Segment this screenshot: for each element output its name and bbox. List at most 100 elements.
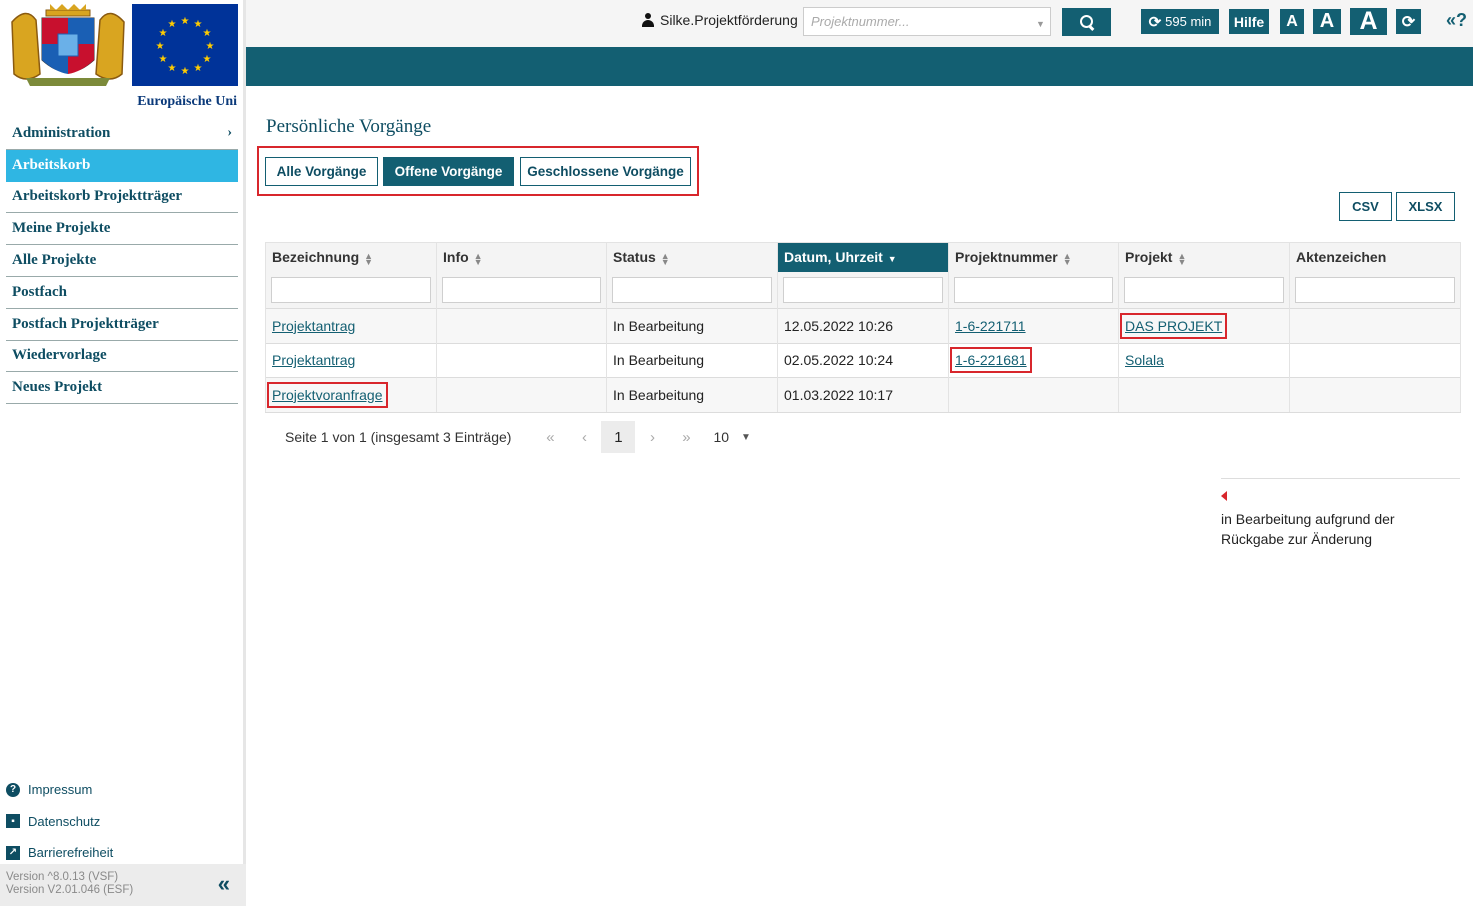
nav-item-label: Alle Projekte [12,252,97,269]
bezeichnung-link[interactable]: Projektantrag [272,352,355,368]
font-size-small-button[interactable]: A [1280,9,1304,34]
bezeichnung-link[interactable]: Projektvoranfrage [267,381,388,408]
filter-alle-vorgaenge-button[interactable]: Alle Vorgänge [265,157,378,186]
projekt-link[interactable]: DAS PROJEKT [1119,312,1228,339]
table-row: Projektvoranfrage In Bearbeitung 01.03.2… [265,377,1461,413]
filter-offene-vorgaenge-button[interactable]: Offene Vorgänge [383,157,514,186]
filter-geschlossene-vorgaenge-button[interactable]: Geschlossene Vorgänge [520,157,691,186]
nav-item-label: Wiedervorlage [12,347,107,364]
column-header-projekt[interactable]: Projekt ▲ ▼ [1118,242,1290,272]
nav-item-meine-projekte[interactable]: Meine Projekte [6,213,238,246]
nav-item-label: Arbeitskorb [12,156,91,173]
filter-cell [948,271,1119,309]
filter-projekt-input[interactable] [1124,276,1284,303]
filter-status-input[interactable] [612,276,772,303]
export-xlsx-button[interactable]: XLSX [1396,192,1455,221]
column-header-datum[interactable]: Datum, Uhrzeit ▼ [777,242,949,272]
refresh-icon: ⟳ [1148,13,1162,31]
datenschutz-link[interactable]: ▪ Datenschutz [6,806,238,838]
question-circle-icon: ? [6,782,20,797]
pager: Seite 1 von 1 (insgesamt 3 Einträge) « ‹… [285,421,751,453]
last-page-button[interactable]: » [669,421,703,453]
page-number-button[interactable]: 1 [601,421,636,453]
bavaria-coat-of-arms-logo [6,4,130,87]
projektnummer-search-input[interactable] [803,7,1051,36]
bezeichnung-link[interactable]: Projektantrag [272,318,355,334]
footer-links: ? Impressum ▪ Datenschutz ↗ Barrierefrei… [6,774,238,869]
column-header-projektnummer[interactable]: Projektnummer ▲ ▼ [948,242,1119,272]
eu-flag-logo: ★ ★ ★ ★ ★ ★ ★ ★ ★ ★ ★ ★ [132,4,238,86]
nav-item-arbeitskorb-projekttraeger[interactable]: Arbeitskorb Projektträger [6,182,238,214]
column-header-status[interactable]: Status ▲ ▼ [606,242,778,272]
cell-bezeichnung: Projektantrag [265,308,437,343]
nav-item-administration[interactable]: Administration › [6,118,238,150]
help-button[interactable]: Hilfe [1229,9,1269,34]
main-nav: Administration › Arbeitskorb Arbeitskorb… [6,118,238,405]
cell-info [436,342,607,378]
column-header-bezeichnung[interactable]: Bezeichnung ▲ ▼ [265,242,437,272]
column-label: Aktenzeichen [1296,249,1387,266]
svg-text:★: ★ [156,41,165,52]
id-card-icon: ▪ [6,814,20,829]
filter-projektnummer-input[interactable] [954,276,1113,303]
cell-projektnummer [948,377,1119,413]
page-size-select[interactable]: 10 ▼ [713,429,750,445]
timer-label: 595 min [1165,14,1212,29]
cell-datum: 02.05.2022 10:24 [777,342,949,378]
font-size-medium-button[interactable]: A [1313,9,1341,34]
search-button[interactable] [1062,8,1111,36]
cell-info [436,308,607,343]
cell-bezeichnung: Projektvoranfrage [265,377,437,413]
filter-info-input[interactable] [442,276,601,303]
version-box: Version ^8.0.13 (VSF) Version V2.01.046 … [0,864,246,906]
svg-text:★: ★ [181,16,190,27]
nav-item-label: Postfach [12,283,67,300]
toggle-help-panel-button[interactable]: «? [1446,10,1467,31]
column-header-aktenzeichen: Aktenzeichen [1289,242,1461,272]
filter-datum-input[interactable] [783,276,943,303]
svg-text:★: ★ [203,54,212,65]
column-header-info[interactable]: Info ▲ ▼ [436,242,607,272]
nav-item-label: Neues Projekt [12,379,103,396]
footer-link-label: Impressum [28,782,93,798]
cell-datum: 01.03.2022 10:17 [777,377,949,413]
filter-cell [1118,271,1290,309]
cell-aktenzeichen [1289,308,1461,343]
projektnummer-link[interactable]: 1-6-221711 [955,318,1026,334]
impressum-link[interactable]: ? Impressum [6,774,238,806]
projektnummer-link[interactable]: 1-6-221681 [950,347,1032,374]
next-page-button[interactable]: › [635,421,669,453]
caret-down-icon: ▼ [1036,19,1045,29]
first-page-button[interactable]: « [533,421,567,453]
version-esf: Version V2.01.046 (ESF) [6,884,134,896]
refresh-button[interactable]: ⟳ [1396,9,1421,34]
nav-item-wiedervorlage[interactable]: Wiedervorlage [6,341,238,373]
username: Silke.Projektförderung [660,12,798,28]
nav-item-postfach-projekttraeger[interactable]: Postfach Projektträger [6,309,238,341]
font-size-large-button[interactable]: A [1350,7,1387,35]
session-timer-button[interactable]: ⟳ 595 min [1141,9,1219,34]
nav-item-label: Meine Projekte [12,220,111,237]
cell-aktenzeichen [1289,377,1461,413]
nav-item-neues-projekt[interactable]: Neues Projekt [6,372,238,405]
legend-text: in Bearbeitung aufgrund der Rückgabe zur… [1221,511,1395,547]
cell-aktenzeichen [1289,342,1461,378]
prev-page-button[interactable]: ‹ [567,421,601,453]
export-csv-button[interactable]: CSV [1339,192,1392,221]
filter-bezeichnung-input[interactable] [271,276,431,303]
projekt-link[interactable]: Solala [1125,352,1164,368]
external-link-icon: ↗ [6,845,20,860]
nav-item-postfach[interactable]: Postfach [6,277,238,309]
svg-text:★: ★ [168,63,177,74]
top-bar: Silke.Projektförderung ▼ ⟳ 595 min Hilfe… [246,0,1473,47]
nav-item-arbeitskorb[interactable]: Arbeitskorb [6,149,238,182]
collapse-sidebar-button[interactable]: « [218,873,230,895]
page-size-value: 10 [713,429,730,445]
filter-aktenzeichen-input[interactable] [1295,276,1455,303]
filter-cell [436,271,607,309]
cell-projekt: Solala [1118,342,1290,378]
column-label: Projekt [1125,249,1173,266]
filter-cell [777,271,949,309]
nav-item-alle-projekte[interactable]: Alle Projekte [6,245,238,277]
nav-item-label: Administration [12,124,111,141]
